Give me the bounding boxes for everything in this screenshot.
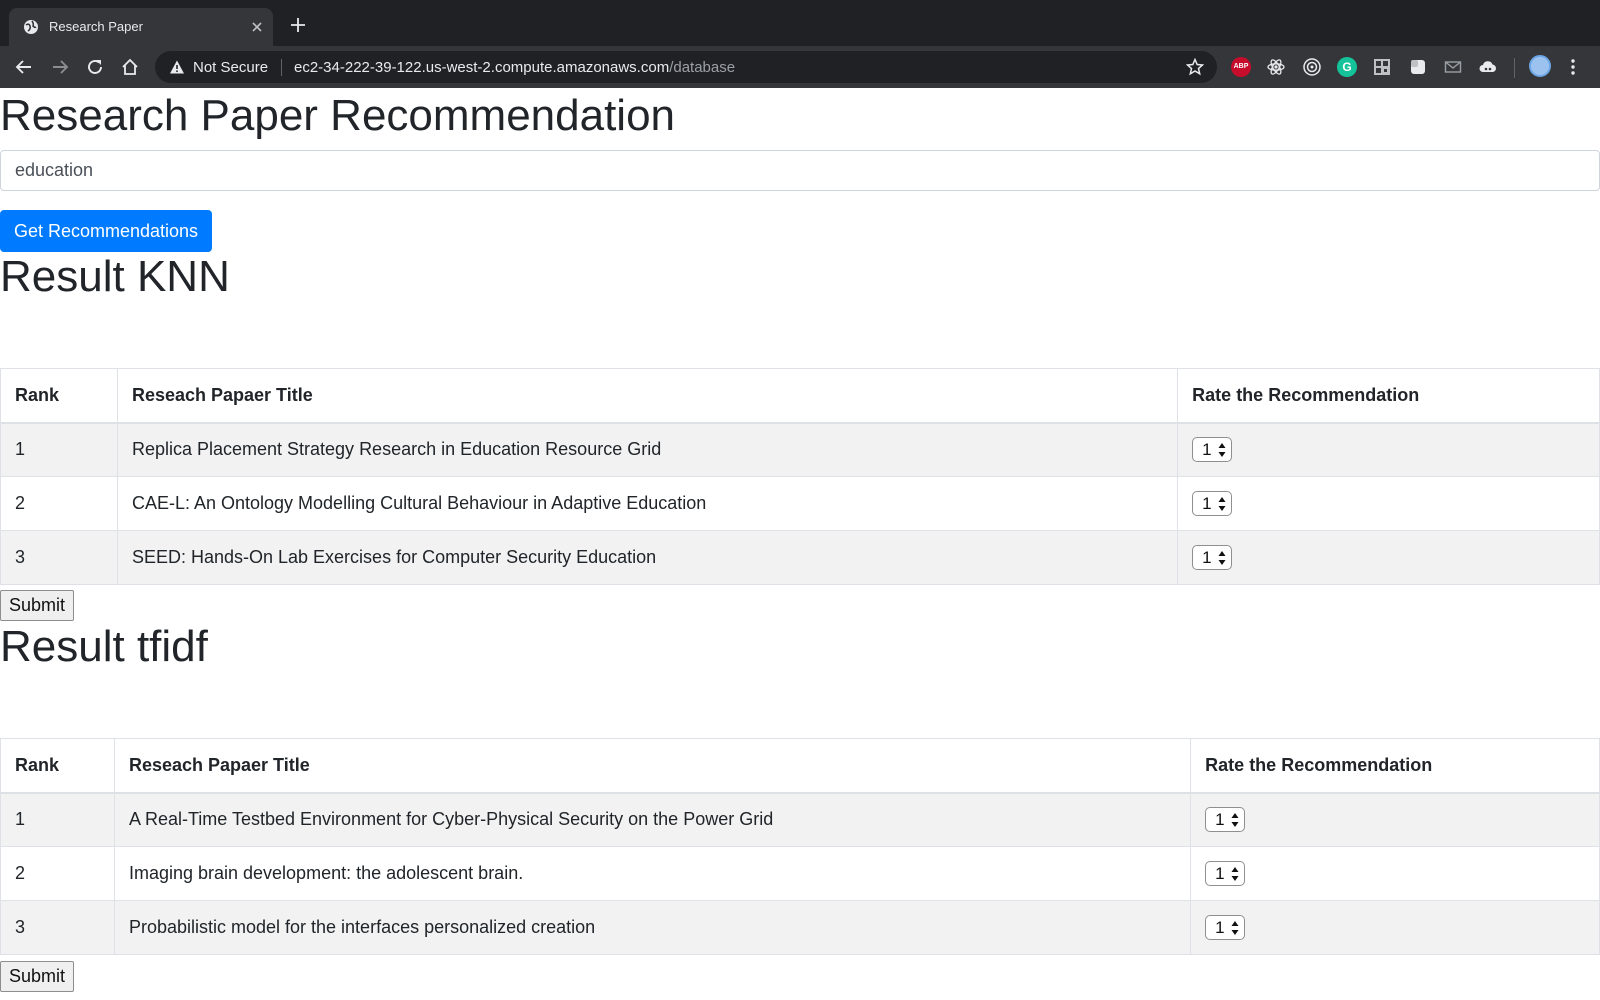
rating-value: 1: [1215, 864, 1225, 883]
paper-title-cell: Replica Placement Strategy Research in E…: [116, 422, 1179, 477]
get-recommendations-button[interactable]: Get Recommendations: [0, 210, 212, 252]
column-header-title: Reseach Papaer Title: [113, 738, 1192, 794]
section-title-knn: Result KNN: [0, 252, 230, 301]
column-header-rank: Rank: [0, 368, 118, 424]
profile-avatar[interactable]: [1529, 55, 1551, 77]
select-arrows-icon: [1218, 551, 1226, 565]
table-header-row: Rank Reseach Papaer Title Rate the Recom…: [0, 738, 1600, 794]
column-header-title: Reseach Papaer Title: [116, 368, 1179, 424]
address-bar[interactable]: Not Secure ec2-34-222-39-122.us-west-2.c…: [155, 51, 1217, 83]
rank-cell: 1: [0, 422, 118, 477]
submit-button-knn[interactable]: Submit: [0, 590, 74, 621]
rating-select[interactable]: 1: [1192, 491, 1233, 516]
table-row: 3 Probabilistic model for the interfaces…: [0, 900, 1600, 955]
rank-cell: 1: [0, 792, 115, 847]
select-arrows-icon: [1231, 921, 1239, 935]
close-icon[interactable]: [249, 19, 265, 35]
url-host: ec2-34-222-39-122.us-west-2.compute.amaz…: [294, 59, 670, 76]
submit-button-tfidf[interactable]: Submit: [0, 961, 74, 992]
globe-icon: [24, 20, 38, 34]
table-row: 1 A Real-Time Testbed Environment for Cy…: [0, 792, 1600, 847]
cloud-extension-icon[interactable]: [1478, 57, 1498, 77]
select-arrows-icon: [1231, 867, 1239, 881]
rating-cell: 1: [1177, 476, 1600, 531]
rating-select[interactable]: 1: [1192, 437, 1233, 463]
paper-title-cell: Probabilistic model for the interfaces p…: [113, 900, 1192, 955]
back-arrow-icon[interactable]: [15, 58, 33, 76]
section-title-tfidf: Result tfidf: [0, 622, 208, 671]
paper-title-cell: A Real-Time Testbed Environment for Cybe…: [113, 792, 1192, 847]
rating-value: 1: [1202, 548, 1212, 567]
rating-cell: 1: [1177, 422, 1600, 477]
more-menu-icon[interactable]: [1570, 58, 1576, 76]
rating-select[interactable]: 1: [1205, 807, 1246, 833]
target-extension-icon[interactable]: [1302, 57, 1322, 77]
rank-cell: 2: [0, 846, 115, 901]
grammarly-extension-icon[interactable]: G: [1337, 57, 1357, 77]
qr-code-extension-icon[interactable]: [1372, 57, 1392, 77]
table-row: 1 Replica Placement Strategy Research in…: [0, 422, 1600, 477]
tab-title: Research Paper: [49, 19, 143, 34]
security-label[interactable]: Not Secure: [193, 59, 268, 76]
column-header-rank: Rank: [0, 738, 115, 794]
results-table-tfidf: Rank Reseach Papaer Title Rate the Recom…: [0, 738, 1600, 955]
paper-title-cell: Imaging brain development: the adolescen…: [113, 846, 1192, 901]
browser-toolbar: Not Secure ec2-34-222-39-122.us-west-2.c…: [0, 46, 1600, 88]
column-header-rating: Rate the Recommendation: [1177, 368, 1600, 424]
page-content: Research Paper Recommendation Get Recomm…: [0, 88, 1600, 1000]
rating-value: 1: [1215, 918, 1225, 937]
adblock-extension-icon[interactable]: ABP: [1231, 57, 1251, 77]
results-table-knn: Rank Reseach Papaer Title Rate the Recom…: [0, 368, 1600, 585]
warning-icon[interactable]: [169, 59, 185, 75]
notes-extension-icon[interactable]: [1408, 57, 1428, 77]
forward-arrow-icon[interactable]: [51, 58, 69, 76]
select-arrows-icon: [1231, 813, 1239, 828]
table-row: 2 Imaging brain development: the adolesc…: [0, 846, 1600, 901]
rating-select[interactable]: 1: [1205, 915, 1246, 940]
table-row: 2 CAE-L: An Ontology Modelling Cultural …: [0, 476, 1600, 531]
rank-cell: 3: [0, 530, 118, 585]
rating-select[interactable]: 1: [1205, 861, 1246, 886]
new-tab-icon[interactable]: [290, 17, 306, 33]
home-icon[interactable]: [121, 58, 139, 76]
browser-tabstrip: Research Paper: [0, 0, 1600, 46]
toolbar-divider: [1514, 58, 1515, 78]
table-header-row: Rank Reseach Papaer Title Rate the Recom…: [0, 368, 1600, 424]
rank-cell: 2: [0, 476, 118, 531]
page-title: Research Paper Recommendation: [0, 91, 676, 140]
select-arrows-icon: [1218, 497, 1226, 511]
bookmark-star-icon[interactable]: [1186, 58, 1204, 76]
rating-value: 1: [1202, 494, 1212, 513]
rating-select[interactable]: 1: [1192, 545, 1233, 570]
paper-title-cell: SEED: Hands-On Lab Exercises for Compute…: [116, 530, 1179, 585]
browser-tab[interactable]: Research Paper: [9, 8, 273, 46]
url-text[interactable]: ec2-34-222-39-122.us-west-2.compute.amaz…: [294, 59, 735, 76]
rating-cell: 1: [1177, 530, 1600, 585]
rating-value: 1: [1215, 810, 1225, 830]
rating-value: 1: [1202, 440, 1212, 460]
rating-cell: 1: [1190, 792, 1600, 847]
rank-cell: 3: [0, 900, 115, 955]
table-row: 3 SEED: Hands-On Lab Exercises for Compu…: [0, 530, 1600, 585]
mail-icon[interactable]: [1443, 57, 1463, 77]
paper-title-cell: CAE-L: An Ontology Modelling Cultural Be…: [116, 476, 1179, 531]
react-devtools-icon[interactable]: [1266, 57, 1286, 77]
url-path: /database: [669, 59, 736, 76]
reload-icon[interactable]: [86, 58, 104, 76]
search-input[interactable]: [0, 150, 1600, 191]
column-header-rating: Rate the Recommendation: [1190, 738, 1600, 794]
rating-cell: 1: [1190, 900, 1600, 955]
rating-cell: 1: [1190, 846, 1600, 901]
select-arrows-icon: [1218, 443, 1226, 458]
omnibox-divider: [281, 59, 282, 76]
